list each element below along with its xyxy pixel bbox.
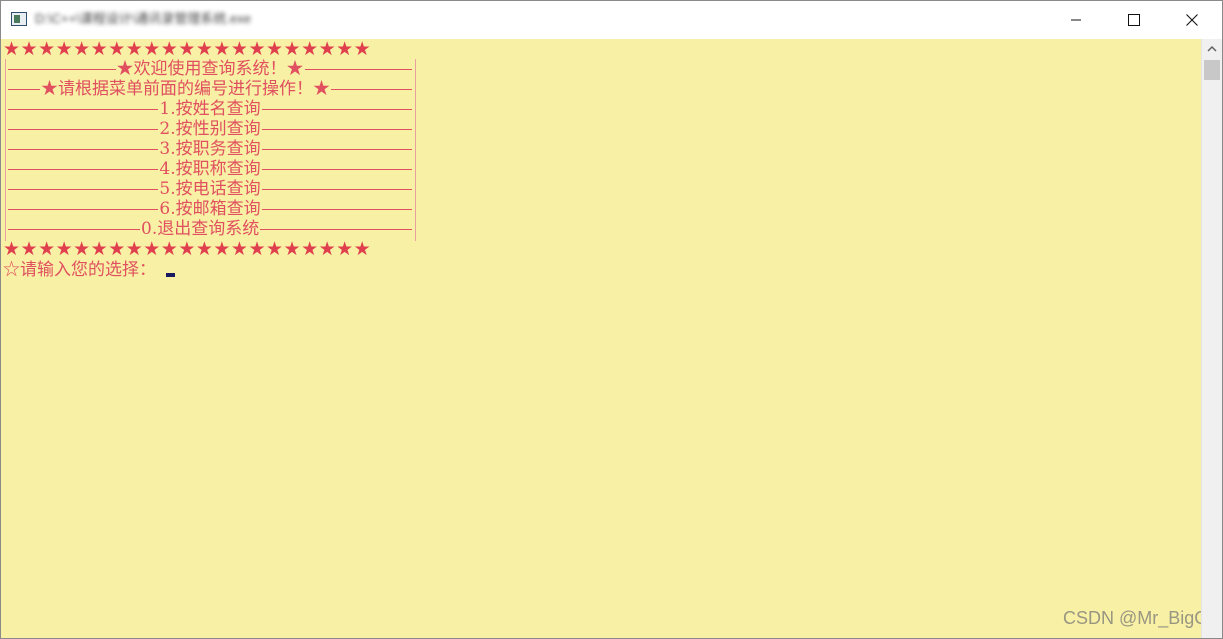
menu-item-label: 3.按职务查询 — [159, 139, 261, 159]
dash-rule — [8, 228, 140, 230]
menu-item: 1.按姓名查询 — [7, 99, 413, 119]
menu-item: 5.按电话查询 — [7, 179, 413, 199]
dash-rule — [331, 88, 412, 90]
vertical-scrollbar[interactable] — [1201, 39, 1222, 638]
close-icon — [1186, 14, 1198, 26]
text-cursor — [166, 273, 175, 277]
input-prompt[interactable]: ☆请输入您的选择： — [3, 259, 175, 281]
dash-rule — [8, 88, 40, 90]
menu-item: 2.按性别查询 — [7, 119, 413, 139]
chevron-up-icon — [1207, 45, 1217, 52]
dash-rule — [8, 148, 159, 150]
dash-rule — [8, 128, 159, 130]
menu-item-label: 5.按电话查询 — [159, 179, 261, 199]
star-border-bottom: ★★★★★★★★★★★★★★★★★★★★★ — [3, 238, 372, 260]
star-border-top: ★★★★★★★★★★★★★★★★★★★★★ — [3, 39, 372, 60]
dash-rule — [261, 208, 413, 210]
menu-item-label: 4.按职称查询 — [159, 159, 261, 179]
maximize-icon — [1128, 14, 1140, 26]
title-bar[interactable]: D:\C++\课程设计\通讯录管理系统.exe — [1, 1, 1222, 39]
dash-rule — [260, 228, 412, 230]
menu-item: 6.按邮箱查询 — [7, 199, 413, 219]
prompt-text: ☆请输入您的选择： — [3, 260, 156, 280]
dash-rule — [261, 108, 413, 110]
dash-rule — [8, 168, 159, 170]
instruction-text: ★请根据菜单前面的编号进行操作！★ — [41, 79, 330, 99]
dash-rule — [261, 188, 413, 190]
console-output[interactable]: ★★★★★★★★★★★★★★★★★★★★★ ★欢迎使用查询系统！★ ★请根据菜单… — [1, 39, 1201, 638]
menu-instruction-line: ★请根据菜单前面的编号进行操作！★ — [7, 79, 413, 99]
menu-item: 3.按职务查询 — [7, 139, 413, 159]
menu-item: 0.退出查询系统 — [7, 219, 413, 239]
scroll-up-button[interactable] — [1202, 39, 1222, 59]
minimize-icon — [1071, 19, 1081, 21]
minimize-button[interactable] — [1047, 1, 1105, 39]
welcome-text: ★欢迎使用查询系统！★ — [116, 59, 304, 79]
maximize-button[interactable] — [1105, 1, 1163, 39]
menu-item-label: 6.按邮箱查询 — [159, 199, 261, 219]
watermark: CSDN @Mr_BigG — [1063, 608, 1201, 628]
menu-item-label: 0.退出查询系统 — [141, 219, 260, 239]
dash-rule — [8, 208, 159, 210]
menu-item-label: 2.按性别查询 — [159, 119, 261, 139]
dash-rule — [261, 128, 413, 130]
dash-rule — [261, 168, 413, 170]
window-title: D:\C++\课程设计\通讯录管理系统.exe — [35, 11, 251, 26]
scroll-thumb[interactable] — [1204, 60, 1220, 80]
close-button[interactable] — [1163, 1, 1221, 39]
dash-rule — [8, 68, 116, 70]
console-app-icon — [11, 12, 27, 26]
dash-rule — [261, 148, 413, 150]
console-window: D:\C++\课程设计\通讯录管理系统.exe ★★★★★★★★★★★★★★★★… — [0, 0, 1223, 639]
menu-item-label: 1.按姓名查询 — [159, 99, 261, 119]
menu-item: 4.按职称查询 — [7, 159, 413, 179]
dash-rule — [8, 108, 159, 110]
menu-welcome-line: ★欢迎使用查询系统！★ — [7, 59, 413, 79]
dash-rule — [8, 188, 159, 190]
dash-rule — [304, 68, 412, 70]
